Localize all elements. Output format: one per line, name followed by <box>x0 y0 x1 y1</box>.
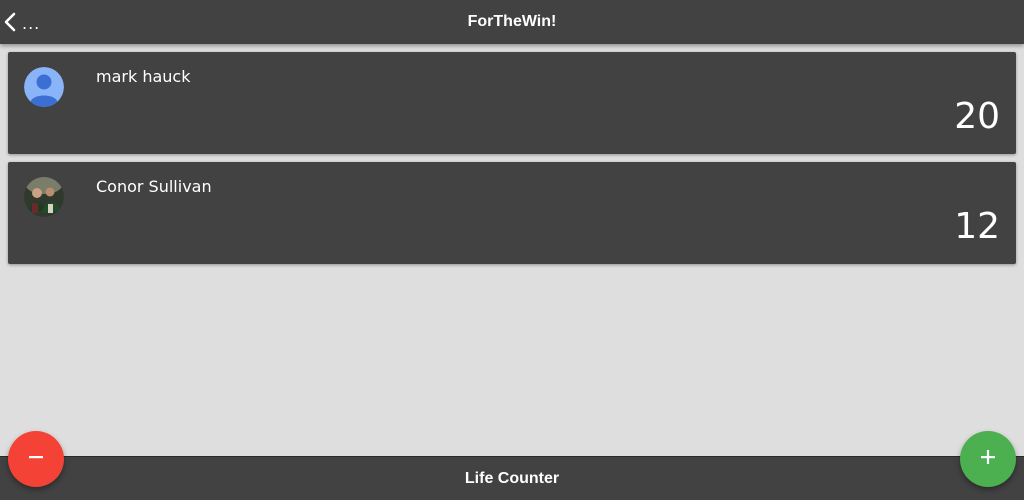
footer-title: Life Counter <box>464 469 560 487</box>
player-score: 12 <box>954 206 1000 247</box>
chevron-left-icon <box>4 12 16 32</box>
decrement-button[interactable] <box>8 431 64 487</box>
photo-avatar-image <box>24 177 64 217</box>
plus-icon <box>980 449 996 469</box>
increment-button[interactable] <box>960 431 1016 487</box>
player-score: 20 <box>954 96 1000 137</box>
player-name: Conor Sullivan <box>96 177 212 196</box>
page-title: ForTheWin! <box>467 13 557 30</box>
person-icon <box>24 67 64 107</box>
avatar <box>24 177 64 217</box>
back-label: ... <box>22 13 41 33</box>
player-card[interactable]: mark hauck 20 <box>8 52 1016 154</box>
player-list: mark hauck 20 Conor Sullivan 12 <box>8 52 1016 272</box>
app-bar: ... ForTheWin! <box>0 0 1024 44</box>
player-card[interactable]: Conor Sullivan 12 <box>8 162 1016 264</box>
back-button[interactable]: ... <box>0 0 52 44</box>
player-name: mark hauck <box>96 67 191 86</box>
bottom-bar: Life Counter <box>0 456 1024 500</box>
minus-icon <box>28 449 44 469</box>
avatar <box>24 67 64 107</box>
